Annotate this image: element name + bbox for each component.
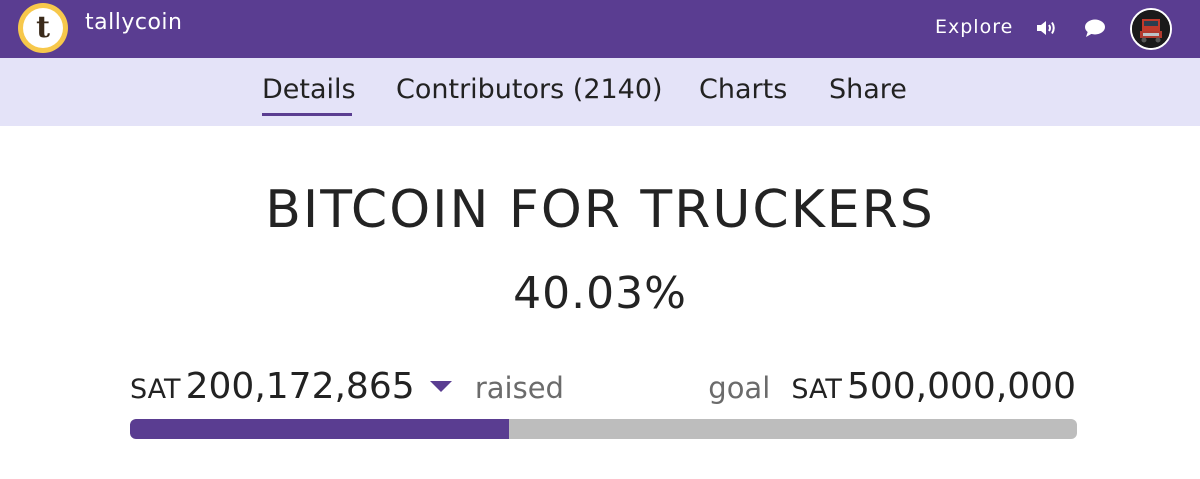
progress-bar-fill bbox=[130, 419, 510, 439]
goal-amount: 500,000,000 bbox=[846, 366, 1076, 407]
raised-label: raised bbox=[474, 371, 564, 405]
goal-amount-row: goal SAT 500,000,000 bbox=[690, 366, 1076, 410]
campaign-tabs: Details Contributors (2140) Charts Share bbox=[0, 58, 1200, 126]
goal-currency: SAT bbox=[791, 374, 842, 405]
tab-contributors[interactable]: Contributors (2140) bbox=[396, 74, 663, 105]
top-navbar: t tallycoin Explore bbox=[0, 0, 1200, 58]
raised-amount: 200,172,865 bbox=[185, 366, 415, 407]
tab-details[interactable]: Details bbox=[262, 74, 356, 105]
progress-percent: 40.03% bbox=[513, 268, 687, 319]
explore-link[interactable]: Explore bbox=[935, 16, 1013, 38]
chat-icon[interactable] bbox=[1083, 17, 1107, 39]
goal-label: goal bbox=[708, 371, 771, 405]
raised-currency: SAT bbox=[130, 374, 181, 405]
sound-icon[interactable] bbox=[1034, 16, 1058, 40]
progress-bar bbox=[130, 419, 1077, 439]
tab-share[interactable]: Share bbox=[829, 74, 907, 105]
truck-avatar-icon bbox=[1132, 10, 1170, 48]
tallycoin-logo-icon[interactable]: t bbox=[18, 3, 68, 53]
logo-letter: t bbox=[23, 8, 63, 48]
tab-charts[interactable]: Charts bbox=[699, 74, 787, 105]
raised-amount-row: SAT 200,172,865 raised bbox=[130, 366, 564, 410]
brand-name[interactable]: tallycoin bbox=[85, 10, 182, 35]
currency-dropdown-caret-icon[interactable] bbox=[429, 381, 452, 392]
active-tab-indicator bbox=[262, 113, 352, 116]
campaign-title: BITCOIN FOR TRUCKERS bbox=[265, 180, 935, 240]
user-avatar[interactable] bbox=[1130, 8, 1172, 50]
